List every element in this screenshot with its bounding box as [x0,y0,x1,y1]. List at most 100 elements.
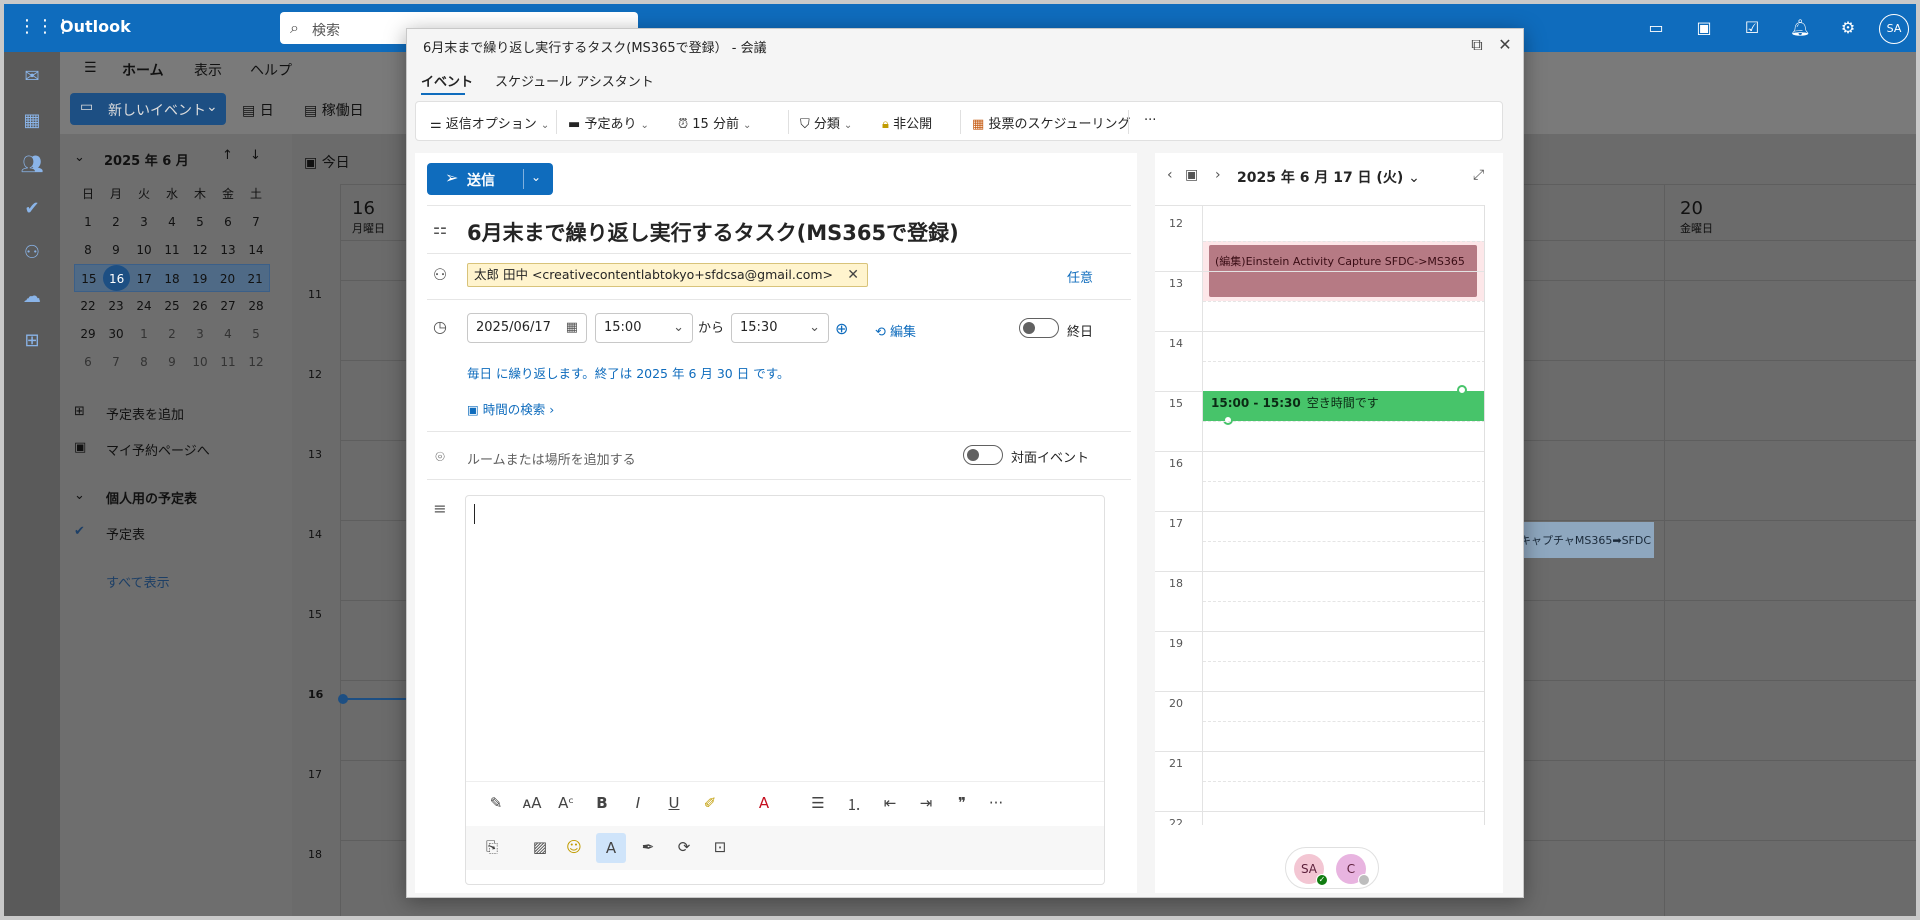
day-cell[interactable]: 12 [186,236,214,264]
day-cell[interactable]: 15 [75,265,103,291]
more-options-button[interactable]: ··· [1144,113,1156,128]
quote-icon[interactable]: ❞ [950,794,974,812]
find-time-link[interactable]: ▣ 時間の検索 › [467,399,554,418]
day-cell[interactable]: 12 [242,348,270,376]
font-size-icon[interactable]: ᴀA [520,794,544,812]
hamburger-icon[interactable]: ☰ [84,60,97,76]
send-button[interactable]: ➢ 送信 ⌄ [427,163,553,195]
calendar-item[interactable]: 予定表 [106,524,145,543]
day-cell[interactable]: 11 [158,236,186,264]
highlight-icon[interactable]: ✐ [698,794,722,812]
expand-icon[interactable]: ⤢ [1473,167,1484,183]
attach-icon[interactable]: ⎘ [480,838,504,856]
onedrive-icon[interactable]: ☁ [20,286,44,310]
underline-icon[interactable]: U [662,794,686,812]
recurrence-summary[interactable]: 毎日 に繰り返します。終了は 2025 年 6 月 30 日 です。 [467,363,789,382]
italic-icon[interactable]: I [626,794,650,812]
mail-icon[interactable]: ✉ [20,66,44,90]
subject-input[interactable]: 6月末まで繰り返し実行するタスク(MS365で登録) [467,217,959,247]
day-cell[interactable]: 4 [158,208,186,236]
timezone-globe-icon[interactable]: ⊕ [835,319,848,338]
decrease-indent-icon[interactable]: ⇤ [878,794,902,812]
day-cell[interactable]: 6 [74,348,102,376]
day-cell[interactable]: 21 [241,265,269,291]
font-color-icon[interactable]: A [752,794,776,812]
today-cell[interactable]: 16 [102,265,131,291]
day-cell[interactable]: 28 [242,292,270,320]
response-options-button[interactable]: ⚌ 返信オプション ⌄ [430,113,549,132]
people-icon[interactable]: 👥︎ [20,154,44,178]
day-cell[interactable]: 6 [214,208,242,236]
signature-icon[interactable]: ✒ [636,838,660,856]
calendar-picker-icon[interactable]: ▦ [566,314,578,342]
day-cell[interactable]: 2 [102,208,130,236]
scheduling-poll-button[interactable]: ▦ 投票のスケジューリング [972,113,1131,132]
booking-page-link[interactable]: マイ予約ページへ [106,440,210,459]
close-icon[interactable]: ✕ [1495,35,1515,54]
day-cell[interactable]: 7 [242,208,270,236]
personal-calendars-header[interactable]: 個人用の予定表 [106,488,197,507]
day-cell[interactable]: 18 [158,265,186,291]
chevron-down-icon[interactable]: ⌄ [673,314,684,342]
day-cell[interactable]: 5 [186,208,214,236]
scheduler-date[interactable]: 2025 年 6 月 17 日 (火) ⌄ [1237,167,1420,187]
chevron-left-icon[interactable]: ‹ [1167,167,1173,183]
superscript-icon[interactable]: Aᶜ [554,794,578,812]
free-time-slot[interactable]: 15:00 - 15:30 空き時間です [1203,391,1484,421]
bullets-icon[interactable]: ☰ [806,794,830,812]
view-workday-button[interactable]: ▤ 稼働日 [304,100,364,120]
day-cell[interactable]: 9 [158,348,186,376]
go-today-icon[interactable]: ▣ [1185,167,1198,183]
day-cell[interactable]: 9 [102,236,130,264]
day-cell[interactable]: 8 [130,348,158,376]
new-event-button[interactable]: ▭ 新しいイベント ⌄ [70,93,226,125]
day-cell[interactable]: 24 [130,292,158,320]
private-button[interactable]: 🔒︎ 非公開 [882,113,932,132]
today-button[interactable]: ▣ 今日 [304,152,350,172]
day-cell[interactable]: 13 [214,236,242,264]
editor-icon[interactable]: A [596,833,626,863]
avatar[interactable]: SA [1879,14,1909,44]
calendar-icon[interactable]: ▦ [20,110,44,134]
bell-icon[interactable]: 🔔︎ [1790,18,1810,37]
apps-icon[interactable]: ⊞ [20,330,44,354]
increase-indent-icon[interactable]: ⇥ [914,794,938,812]
day-cell[interactable]: 26 [186,292,214,320]
day-cell[interactable]: 1 [130,320,158,348]
resize-handle[interactable] [1457,385,1467,395]
chevron-down-icon[interactable]: ⌄ [809,314,820,342]
add-calendar-link[interactable]: 予定表を追加 [106,404,184,423]
tasks-icon[interactable]: ☑ [1742,18,1762,37]
todo-icon[interactable]: ✔ [20,198,44,222]
emoji-icon[interactable]: ☺ [562,838,586,856]
day-cell[interactable]: 27 [214,292,242,320]
gear-icon[interactable]: ⚙ [1838,18,1858,37]
next-month-icon[interactable]: ↓ [250,148,261,163]
day-cell[interactable]: 30 [102,320,130,348]
bold-icon[interactable]: B [590,794,614,812]
all-day-toggle[interactable] [1019,318,1059,338]
remove-attendee-icon[interactable]: ✕ [847,264,859,286]
body-editor[interactable]: ✎ ᴀA Aᶜ B I U ✐ A ☰ ⒈ ⇤ ⇥ ❞ ··· ⎘ ▨ ☺ A … [465,495,1105,885]
day-cell[interactable]: 10 [130,236,158,264]
calendar-event[interactable]: キャプチャMS365➡SFDC フ [1516,522,1654,558]
image-icon[interactable]: ▨ [528,838,552,856]
day-cell[interactable]: 5 [242,320,270,348]
day-cell[interactable]: 25 [158,292,186,320]
reminder-button[interactable]: ⏰︎ 15 分前 ⌄ [678,113,751,132]
event-type-icon[interactable]: ⚏ [429,219,451,238]
day-cell[interactable]: 7 [102,348,130,376]
day-cell[interactable]: 2 [158,320,186,348]
tab-event[interactable]: イベント [421,71,473,90]
office-icon[interactable]: ▣ [1694,18,1714,37]
format-painter-icon[interactable]: ✎ [484,794,508,812]
numbering-icon[interactable]: ⒈ [842,794,866,815]
location-input[interactable]: ルームまたは場所を追加する [467,449,636,468]
day-cell[interactable]: 19 [186,265,214,291]
categorize-button[interactable]: ⛉ 分類 ⌄ [800,113,852,132]
show-as-button[interactable]: ▬ 予定あり ⌄ [568,113,649,132]
tab-view[interactable]: 表示 [194,60,222,80]
chevron-right-icon[interactable]: › [1215,167,1221,183]
show-all-link[interactable]: すべて表示 [106,572,170,591]
prev-month-icon[interactable]: ↑ [222,148,233,163]
